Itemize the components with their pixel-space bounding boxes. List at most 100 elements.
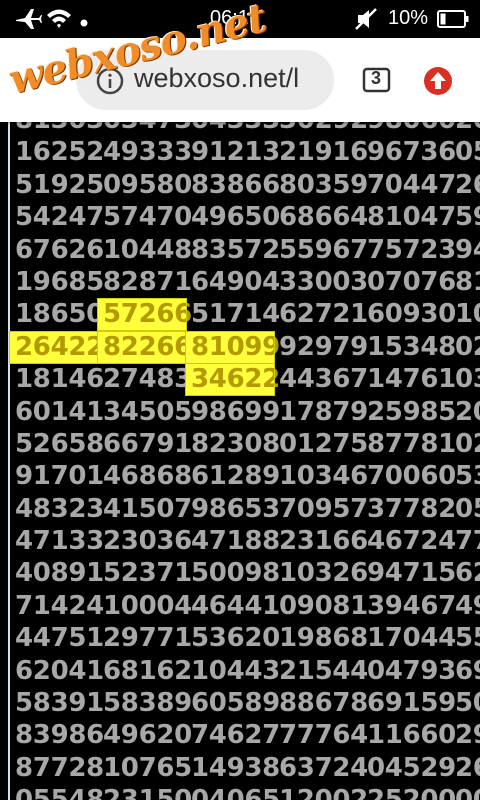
tab-switcher-button[interactable]: 3 (362, 67, 392, 97)
number-cell: 46724 (367, 526, 456, 557)
number-cell: 62041 (15, 655, 104, 686)
number-cell: 37782 (367, 493, 456, 524)
number-cell: 40891 (15, 558, 104, 589)
number-cell: 12002 (279, 785, 368, 800)
number-cell: 01275 (279, 428, 368, 459)
number-cell: 70957 (279, 493, 368, 524)
number-cell: 96736 (367, 137, 456, 168)
number-cell: 02 (455, 428, 480, 459)
number-cell: 23150 (103, 785, 192, 800)
number-cell: 03 (455, 364, 480, 395)
number-cell: 00 (455, 785, 480, 800)
number-cell: 23036 (103, 526, 192, 557)
number-cell: 29771 (103, 623, 192, 654)
number-cell: 05 (455, 137, 480, 168)
number-cell: 15348 (367, 331, 456, 362)
number-cell: 04793 (367, 655, 456, 686)
number-cell: 60930 (367, 299, 456, 330)
number-cell: 63724 (279, 752, 368, 783)
number-cell: 70060 (367, 461, 456, 492)
number-cell: 27483 (103, 364, 192, 395)
number-cell: 69159 (367, 688, 456, 719)
number-cell: 10004 (103, 590, 192, 621)
number-cell: 21544 (279, 655, 368, 686)
wifi-icon (46, 7, 72, 37)
update-chrome-button[interactable] (422, 65, 454, 101)
number-cell: 98699 (191, 396, 280, 427)
number-cell: 64904 (191, 266, 280, 297)
number-cell: 26 (455, 752, 480, 783)
number-cell: 46441 (191, 590, 280, 621)
results-table: 8130303473043333029298060201625249333912… (0, 122, 480, 800)
number-cell: 53 (455, 461, 480, 492)
number-cell: 41507 (103, 493, 192, 524)
number-cell: 02 (455, 331, 480, 362)
number-cell: 55 (455, 623, 480, 654)
tab-count: 3 (371, 68, 382, 88)
number-cell: 68664 (279, 202, 368, 233)
number-cell: 10448 (103, 234, 192, 265)
number-cell: 62 (455, 558, 480, 589)
number-cell: 50098 (191, 558, 280, 589)
number-cell: 25985 (367, 396, 456, 427)
number-cell: 47133 (15, 526, 104, 557)
airplane-mode-icon (14, 7, 42, 37)
number-cell: 05 (455, 493, 480, 524)
number-cell: 11660 (367, 720, 456, 751)
number-cell: 14938 (191, 752, 280, 783)
number-cell: 21916 (279, 137, 368, 168)
number-cell: 58391 (15, 688, 104, 719)
number-cell: 49 (455, 590, 480, 621)
number-cell: 54247 (15, 202, 104, 233)
mute-icon (354, 7, 380, 37)
number-cell: 60589 (191, 688, 280, 719)
highlighted-number-cell: 81099 (185, 330, 280, 364)
number-cell: 87728 (15, 752, 104, 783)
number-cell: 81047 (367, 202, 456, 233)
number-cell: 75723 (367, 234, 456, 265)
highlighted-number-cell: 82266 (97, 330, 192, 364)
highlighted-number-cell: 57266 (97, 298, 192, 332)
number-cell: 77 (455, 526, 480, 557)
number-cell: 82308 (191, 428, 280, 459)
number-cell: 83572 (191, 234, 280, 265)
number-cell: 48323 (15, 493, 104, 524)
number-cell: 51925 (15, 169, 104, 200)
number-cell: 39467 (367, 590, 456, 621)
number-cell: 10 (455, 299, 480, 330)
number-cell: 07076 (367, 266, 456, 297)
number-cell: 70447 (367, 169, 456, 200)
number-cell: 69 (455, 655, 480, 686)
number-cell: 09081 (279, 590, 368, 621)
table-left-border (8, 122, 10, 800)
number-cell: 53620 (191, 623, 280, 654)
number-cell: 77764 (279, 720, 368, 751)
number-cell: 98653 (191, 493, 280, 524)
number-cell: 19868 (279, 623, 368, 654)
number-cell: 44367 (279, 364, 368, 395)
notification-dot-icon (80, 10, 88, 33)
update-arrow-icon (424, 67, 452, 95)
number-cell: 59 (455, 202, 480, 233)
number-cell: 49650 (191, 202, 280, 233)
number-cell: 83866 (191, 169, 280, 200)
number-cell: 66791 (103, 428, 192, 459)
number-cell: 14761 (367, 364, 456, 395)
number-cell: 74627 (191, 720, 280, 751)
number-cell: 18650 (15, 299, 104, 330)
number-cell: 19685 (15, 266, 104, 297)
highlighted-number-cell: 26422 (9, 330, 104, 364)
number-cell: 57470 (103, 202, 192, 233)
battery-percent: 10% (388, 7, 429, 29)
number-cell: 83986 (15, 720, 104, 751)
number-cell: 20 (455, 396, 480, 427)
highlighted-number-cell: 34622 (185, 363, 280, 397)
number-cell: 62721 (279, 299, 368, 330)
number-cell: 88678 (279, 688, 368, 719)
number-cell: 50 (455, 688, 480, 719)
number-cell: 26 (455, 169, 480, 200)
number-cell: 67626 (15, 234, 104, 265)
number-cell: 20 (455, 122, 480, 136)
number-cell: 94715 (367, 558, 456, 589)
number-cell: 30292 (279, 122, 368, 136)
